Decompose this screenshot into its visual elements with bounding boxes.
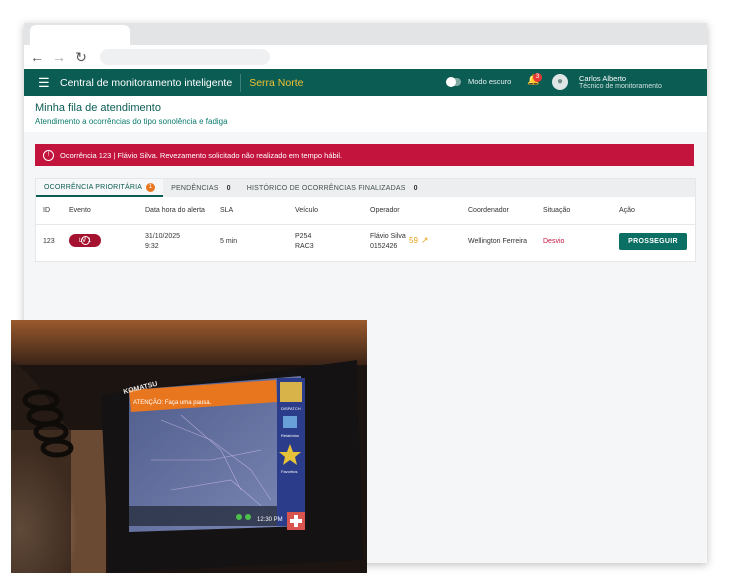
- screen-clock: 12:30 PM: [257, 517, 283, 523]
- cell-coordinator: Wellington Ferreira: [468, 238, 528, 245]
- event-level-badge[interactable]: ! LV 1: [69, 234, 101, 247]
- trending-up-icon: ↗: [421, 235, 429, 245]
- tab-bar: OCORRÊNCIA PRIORITÁRIA 1 PENDÊNCIAS 0 HI…: [36, 179, 695, 197]
- tab-history-label: HISTÓRICO DE OCORRÊNCIAS FINALIZADAS: [246, 184, 406, 192]
- column-header-datetime: Data hora do alerta: [145, 207, 205, 214]
- screen-favorites-label: Favoritos: [281, 469, 297, 474]
- cell-id: 123: [43, 238, 55, 245]
- dark-mode-toggle[interactable]: [446, 77, 461, 87]
- tab-history-count: 0: [413, 184, 418, 192]
- column-header-status: Situação: [543, 207, 571, 214]
- tab-pending-count: 0: [226, 184, 231, 192]
- cell-status: Desvio: [543, 238, 565, 245]
- cell-date: 31/10/2025: [145, 233, 181, 240]
- column-header-action: Ação: [619, 207, 635, 214]
- header-divider: [240, 73, 242, 92]
- cell-vehicle-type: RAC3: [295, 243, 314, 250]
- page-title: Minha fila de atendimento: [35, 102, 161, 114]
- column-header-coordinator: Coordenador: [468, 207, 509, 214]
- hamburger-menu-icon[interactable]: ☰: [38, 75, 54, 91]
- chevron-right-icon: ›: [651, 238, 655, 245]
- cell-sla: 5 min: [220, 238, 238, 245]
- column-header-event: Evento: [69, 207, 91, 214]
- app-title: Central de monitoramento inteligente: [60, 76, 233, 89]
- table-header: ID Evento Data hora do alerta SLA Veícul…: [36, 197, 695, 225]
- browser-toolbar: ← → ↻: [24, 45, 707, 69]
- column-header-vehicle: Veículo: [295, 207, 318, 214]
- column-header-id: ID: [43, 207, 50, 214]
- queue-card: OCORRÊNCIA PRIORITÁRIA 1 PENDÊNCIAS 0 HI…: [35, 178, 696, 262]
- tab-history[interactable]: HISTÓRICO DE OCORRÊNCIAS FINALIZADAS 0: [239, 179, 426, 197]
- table-row[interactable]: 123 ! LV 1 31/10/2025 9:32 5 min P254 RA…: [36, 225, 695, 260]
- column-header-operator: Operador: [370, 207, 400, 214]
- proceed-button[interactable]: PROSSEGUIR ›: [619, 233, 687, 250]
- tab-priority-label: OCORRÊNCIA PRIORITÁRIA: [44, 183, 143, 191]
- back-arrow-icon[interactable]: ←: [30, 50, 44, 64]
- address-bar[interactable]: [100, 49, 270, 65]
- notification-badge: 3: [533, 73, 542, 82]
- browser-tabstrip: [24, 23, 707, 45]
- operator-score: 59: [409, 236, 418, 245]
- cab-ceiling: [11, 320, 367, 365]
- screen-warning-text: ATENÇÃO: Faça uma pausa.: [133, 399, 212, 406]
- photo-illustration: ATENÇÃO: Faça uma pausa. KOMATSU DISPATC…: [11, 320, 367, 573]
- forward-arrow-icon[interactable]: →: [52, 50, 66, 64]
- avatar[interactable]: ●: [552, 74, 568, 90]
- screen-status-bar: [129, 506, 277, 526]
- cell-time: 9:32: [145, 243, 159, 250]
- reload-icon[interactable]: ↻: [74, 50, 88, 64]
- user-name: Carlos Alberto: [579, 74, 627, 83]
- cell-operator-id: 0152426: [370, 243, 398, 250]
- in-cab-display-photo: ATENÇÃO: Faça uma pausa. KOMATSU DISPATC…: [11, 320, 367, 573]
- browser-tab[interactable]: [30, 25, 130, 45]
- dark-mode-label: Modo escuro: [468, 77, 512, 86]
- page-header: Minha fila de atendimento Atendimento a …: [24, 96, 707, 132]
- screen-reports-label: Relatórios: [281, 433, 299, 438]
- alert-icon: !: [43, 149, 54, 161]
- alert-banner: ! Ocorrência 123 | Flávio Silva. Revezam…: [35, 144, 694, 166]
- app-header: ☰ Central de monitoramento inteligente S…: [24, 69, 707, 96]
- alert-text: Ocorrência 123 | Flávio Silva. Revezamen…: [60, 150, 343, 160]
- tab-pending[interactable]: PENDÊNCIAS 0: [163, 179, 239, 197]
- toggle-knob: [446, 77, 456, 87]
- tab-priority-count: 1: [146, 182, 156, 192]
- cell-operator-name: Flávio Silva: [370, 233, 406, 240]
- page-subtitle: Atendimento a ocorrências do tipo sonolê…: [35, 117, 228, 126]
- column-header-sla: SLA: [220, 207, 234, 214]
- tab-priority[interactable]: OCORRÊNCIA PRIORITÁRIA 1: [36, 179, 164, 197]
- event-level-label: LV 1: [79, 237, 91, 244]
- user-role: Técnico de monitoramento: [579, 83, 662, 90]
- region-label: Serra Norte: [249, 76, 304, 89]
- tab-pending-label: PENDÊNCIAS: [171, 184, 219, 192]
- cell-vehicle-code: P254: [295, 233, 312, 240]
- screen-dispatch-label: DISPATCH: [281, 406, 301, 411]
